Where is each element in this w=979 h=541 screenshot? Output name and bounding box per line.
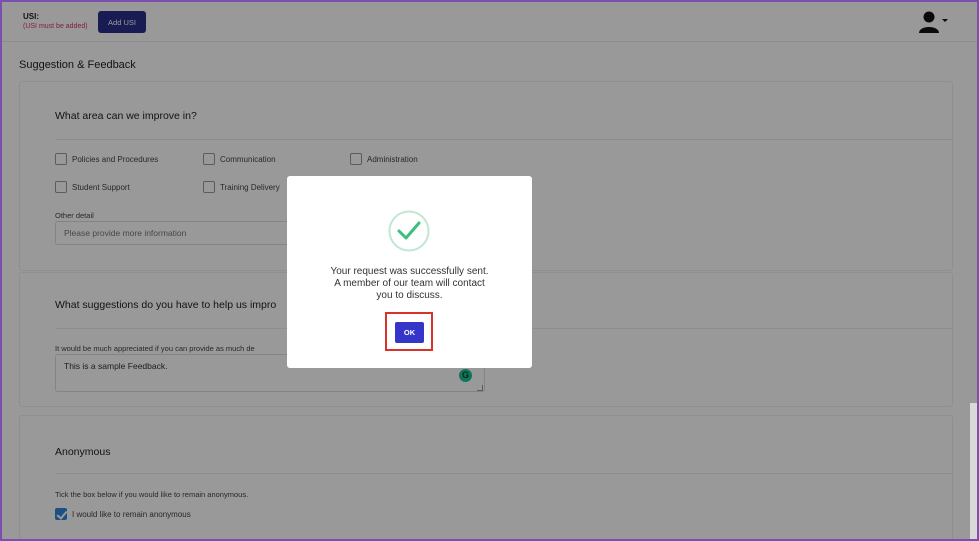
success-check-icon — [388, 210, 430, 252]
modal-message: Your request was successfully sent. A me… — [297, 266, 522, 302]
success-dialog: Your request was successfully sent. A me… — [287, 176, 532, 368]
scrollbar-thumb[interactable] — [970, 403, 977, 539]
ok-button[interactable]: OK — [395, 322, 424, 343]
modal-line-3: you to discuss. — [376, 290, 443, 301]
modal-line-2: A member of our team will contact — [334, 278, 485, 289]
modal-line-1: Your request was successfully sent. — [330, 266, 489, 277]
app-window: USI: (USI must be added) Add USI Suggest… — [0, 0, 979, 541]
